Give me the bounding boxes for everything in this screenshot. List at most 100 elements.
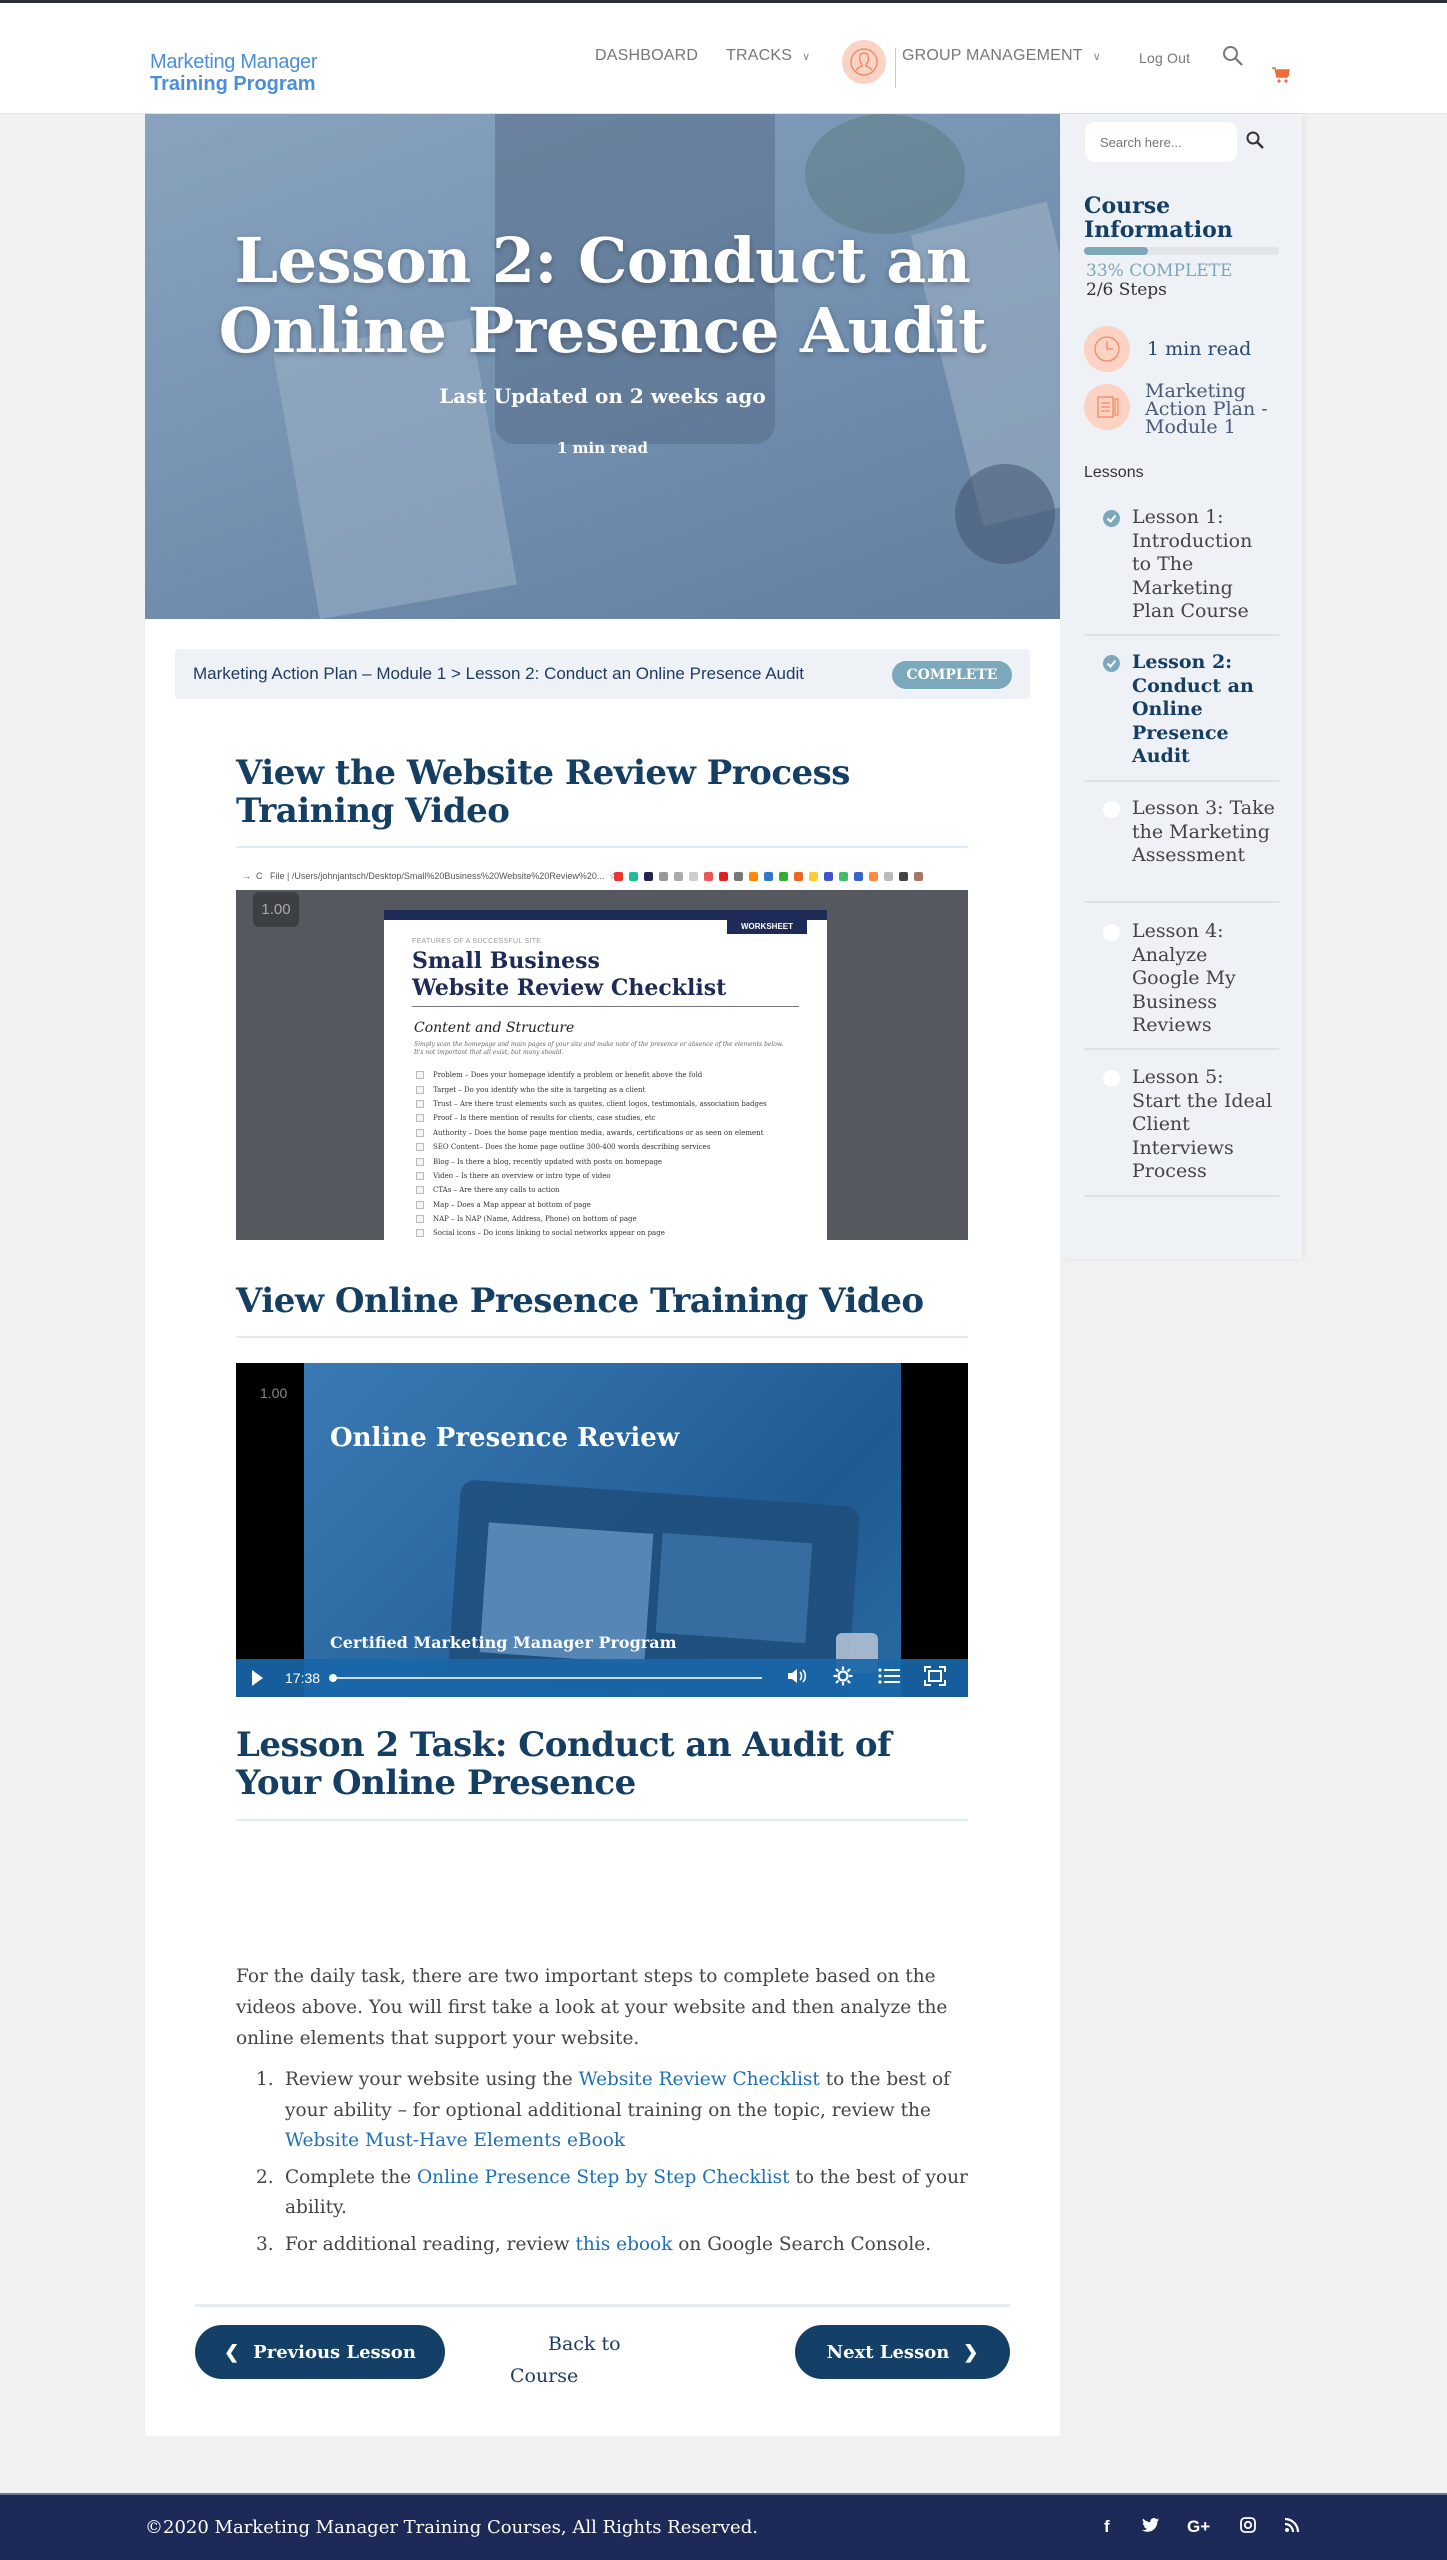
sidebar-lesson-4[interactable]: Lesson 4: Analyze Google My Business Rev… xyxy=(1084,920,1279,1050)
volume-icon[interactable] xyxy=(784,1667,810,1690)
status-badge: COMPLETE xyxy=(892,661,1012,689)
browser-extensions xyxy=(614,872,923,881)
rss-icon[interactable] xyxy=(1284,2517,1300,2538)
browser-toolbar: → C File | /Users/johnjantsch/Desktop/Sm… xyxy=(236,864,968,890)
chevron-right-icon: ❯ xyxy=(963,2341,979,2363)
checklist-item: Proof – Is there mention of results for … xyxy=(416,1111,767,1125)
sidebar-module-name[interactable]: Marketing Action Plan - Module 1 xyxy=(1145,382,1268,437)
step-text: For additional reading, review xyxy=(285,2233,576,2255)
previous-lesson-button[interactable]: ❮ Previous Lesson xyxy=(195,2325,445,2379)
sidebar-lesson-2[interactable]: Lesson 2: Conduct an Online Presence Aud… xyxy=(1084,651,1279,782)
last-updated: Last Updated on 2 weeks ago xyxy=(439,384,766,408)
nav-tracks[interactable]: TRACKS ∨ xyxy=(726,47,810,65)
lesson-title: Lesson 2: Conduct an Online Presence Aud… xyxy=(218,224,987,367)
step-text: Complete the xyxy=(285,2166,417,2188)
check-complete-icon xyxy=(1103,655,1120,672)
twitter-icon[interactable] xyxy=(1142,2517,1160,2538)
nav-group-management-label: GROUP MANAGEMENT xyxy=(902,47,1083,64)
lesson-label: Lesson 4: Analyze Google My Business Rev… xyxy=(1132,920,1236,1036)
checkbox-icon xyxy=(416,1200,424,1209)
task-steps: 1. Review your website using the Website … xyxy=(236,2065,968,2266)
sidebar-search-input[interactable] xyxy=(1085,122,1237,162)
scrubber-handle[interactable] xyxy=(329,1674,338,1682)
course-progress-bar xyxy=(1084,247,1279,255)
sidebar-lesson-5[interactable]: Lesson 5: Start the Ideal Client Intervi… xyxy=(1084,1066,1279,1197)
checkbox-icon xyxy=(416,1171,424,1180)
playback-speed[interactable]: 1.00 xyxy=(253,892,299,927)
google-plus-icon[interactable]: G+ xyxy=(1187,2517,1210,2537)
logo-line-1: Marketing Manager xyxy=(150,51,318,73)
sidebar-lesson-3[interactable]: Lesson 3: Take the Marketing Assessment xyxy=(1084,797,1279,903)
cart-icon[interactable] xyxy=(1271,66,1291,88)
checkbox-icon xyxy=(416,1085,424,1094)
nav-divider xyxy=(895,48,896,88)
doc-eyebrow: FEATURES OF A SUCCESSFUL SITE xyxy=(412,938,542,945)
course-progress-fill xyxy=(1084,247,1149,255)
doc-description: Simply scan the homepage and main pages … xyxy=(414,1041,784,1056)
checklist-item: SEO Content– Does the home page outline … xyxy=(416,1140,767,1154)
doc-rule xyxy=(412,1006,799,1007)
lesson-label: Lesson 2: Conduct an Online Presence Aud… xyxy=(1132,651,1254,767)
lesson-nav-divider xyxy=(195,2304,1010,2307)
site-logo[interactable]: Marketing Manager Training Program xyxy=(150,51,318,95)
checklist-item: Authority – Does the home page mention m… xyxy=(416,1126,767,1140)
website-review-video[interactable]: → C File | /Users/johnjantsch/Desktop/Sm… xyxy=(236,864,968,1240)
checklist-item: Blog – Is there a blog, recently updated… xyxy=(416,1154,767,1168)
must-have-elements-ebook-link[interactable]: Website Must-Have Elements eBook xyxy=(285,2130,625,2151)
checklist-document: WORKSHEET FEATURES OF A SUCCESSFUL SITE … xyxy=(384,910,827,1240)
chevron-left-icon: ❮ xyxy=(224,2341,240,2363)
video-subtitle: Certified Marketing Manager Program xyxy=(330,1633,677,1652)
online-presence-video[interactable]: 1.00 Online Presence Review Certified Ma… xyxy=(236,1363,968,1697)
website-review-checklist-link[interactable]: Website Review Checklist xyxy=(579,2069,820,2090)
task-step: 1. Review your website using the Website … xyxy=(236,2065,968,2157)
checkbox-icon xyxy=(416,1186,424,1195)
previous-lesson-label: Previous Lesson xyxy=(253,2341,416,2363)
logout-link[interactable]: Log Out xyxy=(1139,50,1190,66)
checklist-item: Target – Do you identify who the site is… xyxy=(416,1082,767,1096)
settings-icon[interactable] xyxy=(830,1666,856,1691)
checklist-item: Trust – Are there trust elements such as… xyxy=(416,1097,767,1111)
nav-tracks-label: TRACKS xyxy=(726,47,793,64)
chevron-down-icon: ∨ xyxy=(802,51,811,63)
sidebar-lesson-1[interactable]: Lesson 1: Introduction to The Marketing … xyxy=(1084,506,1279,636)
checklist-item: Problem – Does your homepage identify a … xyxy=(416,1068,767,1082)
course-info-title: Course Information xyxy=(1084,194,1233,242)
user-avatar-icon[interactable] xyxy=(842,40,886,84)
task-heading: Lesson 2 Task: Conduct an Audit of Your … xyxy=(236,1725,892,1803)
chapters-icon[interactable] xyxy=(876,1667,902,1690)
lessons-heading: Lessons xyxy=(1084,464,1144,481)
facebook-icon[interactable]: f xyxy=(1104,2517,1110,2537)
nav-dashboard-label: DASHBOARD xyxy=(595,47,699,64)
back-to-course-link[interactable]: Back to Course xyxy=(510,2328,630,2392)
nav-group-management[interactable]: GROUP MANAGEMENT ∨ xyxy=(902,47,1101,65)
section-divider xyxy=(236,1336,968,1338)
course-sidebar: CourseInformation 33% COMPLETE 2/6 Steps… xyxy=(1060,114,1302,1259)
checkbox-icon xyxy=(416,1215,424,1224)
step-number: 3. xyxy=(256,2233,274,2255)
this-ebook-link[interactable]: this ebook xyxy=(575,2234,672,2255)
playback-speed[interactable]: 1.00 xyxy=(260,1385,287,1401)
nav-dashboard[interactable]: DASHBOARD xyxy=(595,47,698,65)
search-icon[interactable] xyxy=(1222,45,1244,71)
play-icon[interactable] xyxy=(252,1670,263,1686)
doc-title-line-1: Small Business xyxy=(412,948,600,974)
back-line-2: Course xyxy=(510,2365,579,2387)
breadcrumb-text[interactable]: Marketing Action Plan – Module 1 > Lesso… xyxy=(193,664,804,684)
notepad-icon xyxy=(1084,384,1130,430)
check-incomplete-icon xyxy=(1103,801,1120,818)
online-presence-checklist-link[interactable]: Online Presence Step by Step Checklist xyxy=(417,2167,790,2188)
checkbox-icon xyxy=(416,1143,424,1152)
search-icon[interactable] xyxy=(1245,130,1265,154)
fullscreen-icon[interactable] xyxy=(922,1665,948,1691)
video-scrubber[interactable] xyxy=(329,1674,763,1682)
next-lesson-button[interactable]: Next Lesson ❯ xyxy=(795,2325,1010,2379)
lesson-label: Lesson 3: Take the Marketing Assessment xyxy=(1132,797,1275,866)
logout-label: Log Out xyxy=(1139,50,1191,66)
clock-icon xyxy=(1084,326,1130,372)
video1-heading: View the Website Review Process Training… xyxy=(236,753,850,831)
lesson-hero: Lesson 2: Conduct an Online Presence Aud… xyxy=(145,114,1060,619)
instagram-icon[interactable] xyxy=(1240,2517,1256,2538)
video-duration: 17:38 xyxy=(285,1670,321,1686)
checklist-item: CTAs – Are there any calls to action xyxy=(416,1183,767,1197)
checkbox-icon xyxy=(416,1157,424,1166)
